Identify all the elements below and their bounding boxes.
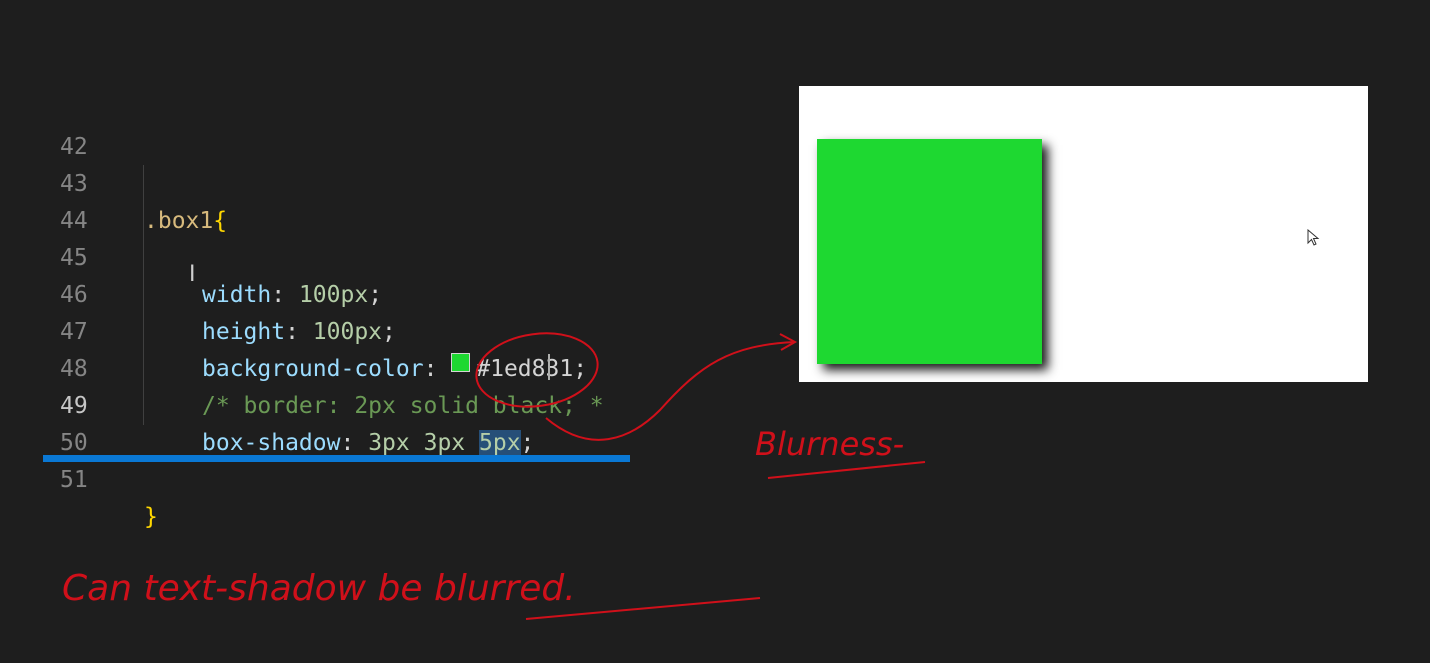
side-note-underline [767, 461, 926, 479]
circle-annotation [475, 332, 599, 408]
side-note: Blurness- [755, 425, 904, 463]
handwritten-annotations: Blurness- Can text-shadow be blurred. [62, 332, 926, 620]
question-note: Can text-shadow be blurred. [62, 568, 576, 609]
